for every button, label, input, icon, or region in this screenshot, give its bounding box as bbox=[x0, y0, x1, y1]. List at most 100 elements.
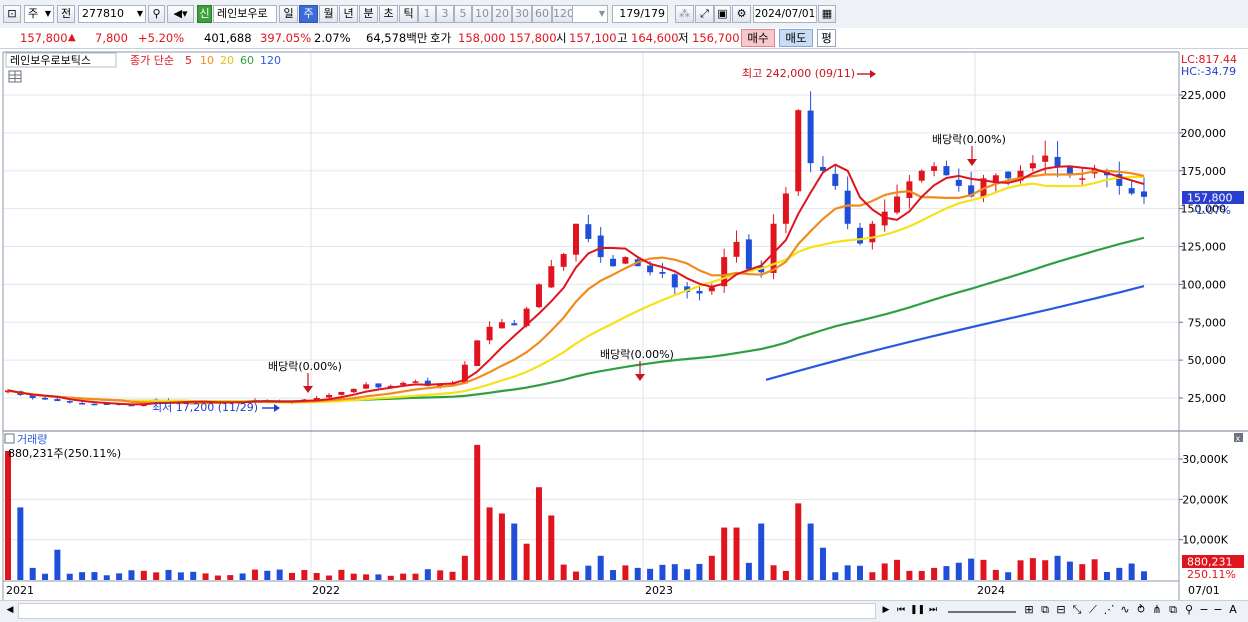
minus-icon[interactable]: − bbox=[1198, 603, 1210, 619]
candle-body bbox=[338, 391, 345, 395]
num-5[interactable]: 5 bbox=[454, 5, 472, 23]
volume-bar bbox=[338, 569, 345, 580]
trendline-icon[interactable]: ⟋ bbox=[1086, 603, 1100, 619]
current-price: 157,800 bbox=[20, 31, 68, 45]
price-change: 7,800 bbox=[95, 31, 128, 45]
window-icon[interactable]: ⧉ bbox=[1038, 603, 1052, 619]
crosshair-icon[interactable]: ⊞ bbox=[1022, 603, 1036, 619]
volume-bar bbox=[474, 444, 481, 580]
stock-legend: 레인보우로보틱스 bbox=[10, 54, 91, 67]
prev-button[interactable]: 전 bbox=[57, 5, 75, 23]
scroll-left-icon[interactable]: ◀ bbox=[4, 603, 16, 619]
volume-bar bbox=[770, 565, 777, 580]
calendar-icon[interactable]: ▦ bbox=[818, 5, 836, 23]
volume-bar bbox=[1017, 560, 1024, 580]
num-1[interactable]: 1 bbox=[418, 5, 436, 23]
speed-slider[interactable] bbox=[946, 603, 1018, 619]
period-minute[interactable]: 분 bbox=[359, 5, 378, 23]
volume-bar bbox=[980, 559, 987, 580]
period-week[interactable]: 주 bbox=[299, 5, 318, 23]
candle-body bbox=[91, 403, 98, 406]
volume-bar bbox=[671, 564, 678, 580]
num-30[interactable]: 30 bbox=[512, 5, 532, 23]
gear-icon[interactable]: ⚙ bbox=[732, 5, 751, 23]
draw-icon[interactable]: ⤢ bbox=[695, 5, 714, 23]
volume-bar bbox=[992, 569, 999, 580]
volume-bar bbox=[758, 523, 765, 580]
collapse-icon[interactable] bbox=[4, 433, 15, 444]
layout-icon[interactable]: ⊟ bbox=[1054, 603, 1068, 619]
font-size-icon[interactable]: A bbox=[1226, 603, 1240, 619]
candle-body bbox=[708, 287, 715, 292]
window-menu-icon[interactable]: ⊡ bbox=[3, 5, 21, 23]
zoom-out-icon[interactable]: − bbox=[1212, 603, 1224, 619]
link-icon[interactable]: ⁂ bbox=[675, 5, 694, 23]
search-icon[interactable]: ⚲ bbox=[148, 5, 165, 23]
volume-bar bbox=[647, 568, 654, 580]
price-chart[interactable]: 25,00050,00075,000100,000125,000150,0001… bbox=[0, 49, 1248, 600]
custom-period-select[interactable]: ▼ bbox=[572, 5, 608, 23]
period-tick[interactable]: 틱 bbox=[399, 5, 418, 23]
wave-icon[interactable]: ∿ bbox=[1118, 603, 1132, 619]
low-price: 156,700 bbox=[692, 31, 740, 45]
period-year[interactable]: 년 bbox=[339, 5, 358, 23]
stock-name-field[interactable]: 레인보우로 bbox=[213, 5, 277, 23]
rewind-icon[interactable]: ⏮ bbox=[894, 603, 908, 619]
period-month[interactable]: 월 bbox=[319, 5, 338, 23]
volume-bar bbox=[177, 572, 184, 580]
copy-icon[interactable]: ⧉ bbox=[1166, 603, 1180, 619]
market-select[interactable]: 주 ▼ bbox=[24, 5, 54, 23]
volume-bar bbox=[931, 567, 938, 580]
eval-button[interactable]: 평 bbox=[817, 29, 836, 47]
arrow-icon[interactable]: ⤡ bbox=[1070, 603, 1084, 619]
price-tick-label: 125,000 bbox=[1181, 241, 1227, 254]
speaker-icon[interactable]: ◀▾ bbox=[167, 5, 194, 23]
up-triangle-icon: ▲ bbox=[68, 32, 76, 43]
fibo-icon[interactable]: ⋰ bbox=[1102, 603, 1116, 619]
quote-label: 호가 bbox=[430, 31, 452, 45]
num-3[interactable]: 3 bbox=[436, 5, 454, 23]
candle-body bbox=[832, 173, 839, 186]
period-second[interactable]: 초 bbox=[379, 5, 398, 23]
candle-body bbox=[696, 290, 703, 294]
hc-value: HC:-34.79 bbox=[1181, 65, 1236, 78]
volume-bar bbox=[437, 570, 444, 580]
sell-button[interactable]: 매도 bbox=[779, 29, 813, 47]
volume-bar bbox=[511, 523, 518, 580]
buy-button[interactable]: 매수 bbox=[741, 29, 775, 47]
count-field[interactable]: 179/179 bbox=[612, 5, 668, 23]
date-field[interactable]: 2024/07/01 bbox=[753, 5, 817, 23]
volume-bar bbox=[91, 572, 98, 580]
pause-icon[interactable]: ❚❚ bbox=[910, 603, 925, 619]
candle-body bbox=[869, 223, 876, 243]
count-total: /179 bbox=[640, 7, 665, 20]
num-120[interactable]: 120 bbox=[552, 5, 574, 23]
fast-forward-icon[interactable]: ⏭ bbox=[926, 603, 940, 619]
num-20[interactable]: 20 bbox=[492, 5, 512, 23]
volume-bar bbox=[412, 573, 419, 580]
scroll-track[interactable] bbox=[18, 603, 876, 619]
candle-body bbox=[671, 274, 678, 288]
stock-code-input[interactable]: 277810 ▼ bbox=[78, 5, 146, 23]
cycle-icon[interactable]: ⥁ bbox=[1134, 603, 1148, 619]
volume-bar bbox=[918, 571, 925, 580]
volume-bar bbox=[1042, 560, 1049, 580]
candle-body bbox=[548, 266, 555, 288]
num-60[interactable]: 60 bbox=[532, 5, 552, 23]
play-icon[interactable]: ▶ bbox=[880, 603, 892, 619]
candle-body bbox=[573, 223, 579, 255]
volume-bar bbox=[251, 569, 258, 580]
candle-body bbox=[610, 258, 617, 267]
high-annotation: 최고 242,000 (09/11) bbox=[742, 67, 855, 80]
num-10[interactable]: 10 bbox=[472, 5, 492, 23]
volume-title: 거래량 bbox=[17, 433, 47, 446]
candle-body bbox=[1054, 156, 1061, 167]
volume-bar bbox=[387, 575, 394, 580]
ma-legend-10: 10 bbox=[200, 54, 214, 67]
period-day[interactable]: 일 bbox=[279, 5, 298, 23]
ma-legend-5: 5 bbox=[185, 54, 192, 67]
zoom-icon[interactable]: ⚲ bbox=[1182, 603, 1196, 619]
ma-legend-60: 60 bbox=[240, 54, 254, 67]
save-icon[interactable]: ▣ bbox=[714, 5, 731, 23]
fan-icon[interactable]: ⋔ bbox=[1150, 603, 1164, 619]
